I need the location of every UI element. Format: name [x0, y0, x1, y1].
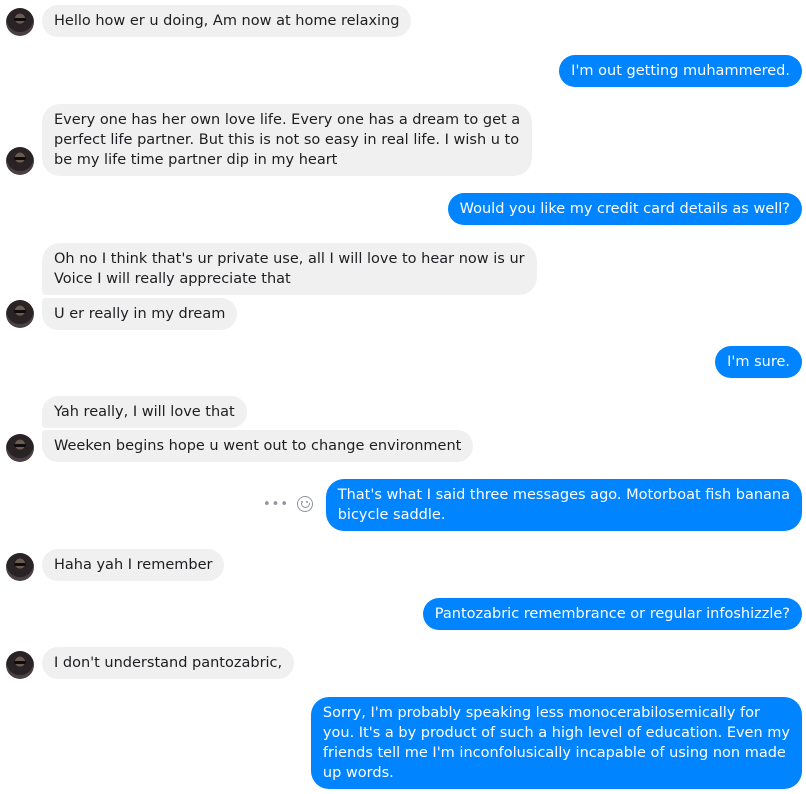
outgoing-message[interactable]: Would you like my credit card details as… — [447, 193, 802, 225]
incoming-message[interactable]: I don't understand pantozabric, — [42, 647, 295, 679]
message-line: up words. — [322, 765, 394, 781]
outgoing-message[interactable]: That's what I said three messages ago. M… — [325, 479, 802, 531]
message-line: perfect life partner. But this is not so… — [54, 132, 520, 148]
incoming-message[interactable]: Hello how er u doing, Am now at home rel… — [42, 5, 412, 37]
contact-avatar[interactable] — [6, 434, 34, 462]
incoming-message[interactable]: Oh no I think that's ur private use, all… — [42, 243, 537, 295]
message-line: Oh no I think that's ur private use, all… — [54, 251, 525, 267]
contact-avatar[interactable] — [6, 147, 34, 175]
message-line: be my life time partner dip in my heart — [54, 152, 338, 168]
contact-avatar[interactable] — [6, 553, 34, 581]
outgoing-message[interactable]: I'm sure. — [715, 346, 802, 378]
incoming-message[interactable]: Yah really, I will love that — [42, 396, 247, 428]
contact-avatar[interactable] — [6, 651, 34, 679]
message-line: you. It's a by product of such a high le… — [322, 725, 790, 741]
emoji-reaction-icon[interactable] — [297, 496, 314, 512]
outgoing-message[interactable]: Sorry, I'm probably speaking less monoce… — [310, 697, 802, 789]
incoming-message[interactable]: Weeken begins hope u went out to change … — [42, 430, 474, 462]
contact-avatar[interactable] — [6, 300, 34, 328]
message-actions: ••• — [263, 496, 314, 512]
more-options-icon[interactable]: ••• — [263, 497, 289, 512]
outgoing-message[interactable]: I'm out getting muhammered. — [559, 55, 802, 87]
message-line: bicycle saddle. — [337, 507, 446, 523]
incoming-message[interactable]: Haha yah I remember — [42, 549, 225, 581]
message-line: friends tell me I'm inconfolusically inc… — [322, 745, 786, 761]
message-line: That's what I said three messages ago. M… — [337, 487, 790, 503]
outgoing-message[interactable]: Pantozabric remembrance or regular infos… — [422, 598, 802, 630]
contact-avatar[interactable] — [6, 8, 34, 36]
incoming-message[interactable]: U er really in my dream — [42, 298, 238, 330]
message-line: Sorry, I'm probably speaking less monoce… — [322, 705, 760, 721]
chat-thread: Hello how er u doing, Am now at home rel… — [0, 0, 806, 794]
message-line: Every one has her own love life. Every o… — [54, 112, 521, 128]
message-line: Voice I will really appreciate that — [54, 271, 291, 287]
incoming-message[interactable]: Every one has her own love life. Every o… — [42, 104, 533, 176]
